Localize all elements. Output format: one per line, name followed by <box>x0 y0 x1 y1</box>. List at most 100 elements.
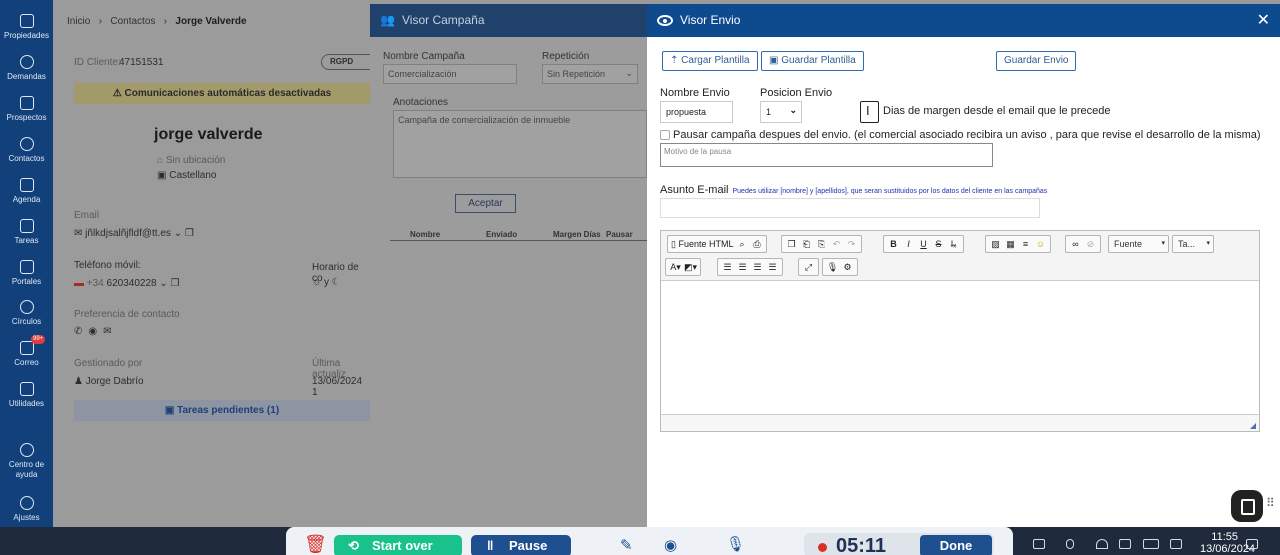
wifi-icon[interactable] <box>1096 539 1108 549</box>
close-icon[interactable]: ✕ <box>1257 4 1270 37</box>
drag-handle-icon[interactable]: ⠿ <box>1266 496 1275 510</box>
pen-icon[interactable]: ✎ <box>620 536 633 554</box>
repeat-select[interactable]: Sin Repetición ⌄ <box>542 64 638 84</box>
cursor-icon <box>19 260 34 274</box>
camera-icon[interactable]: ◉ <box>664 536 677 554</box>
pause-button[interactable]: ‖ Pause <box>471 535 571 555</box>
font-family-select[interactable]: Fuente <box>1108 235 1169 253</box>
pending-tasks-button[interactable]: ▣ Tareas pendientes (1) <box>74 400 370 421</box>
subject-label-row: Asunto E-mail Puedes utilizar [nombre] y … <box>660 184 1048 196</box>
sidebar-item-ayuda[interactable]: Centro de ayuda <box>0 443 53 480</box>
unlink-icon[interactable]: ⊘ <box>1083 237 1098 251</box>
notes-textarea[interactable]: Campaña de comercialización de inmueble <box>393 110 647 178</box>
sidebar-item-circulos[interactable]: Círculos <box>0 300 53 327</box>
system-clock[interactable]: 11:55 13/06/2024 <box>1200 531 1255 555</box>
email-row[interactable]: ✉ jñlkdjsalñjfldf@tt.es ⌄ ❐ <box>74 228 194 239</box>
sun-icon: ☼ <box>312 277 324 288</box>
font-size-select[interactable]: Ta... <box>1172 235 1214 253</box>
mail-icon[interactable]: ✉ <box>103 326 117 337</box>
breadcrumb-inicio[interactable]: Inicio <box>67 16 90 27</box>
subject-input[interactable] <box>660 198 1040 218</box>
volume-icon[interactable] <box>1119 539 1131 549</box>
load-template-button[interactable]: ⇡ Cargar Plantilla <box>662 51 758 71</box>
sidebar-item-portales[interactable]: Portales <box>0 260 53 287</box>
moon-icon: ☾ <box>328 277 341 288</box>
editor-content-area[interactable] <box>661 281 1259 413</box>
copy-icon[interactable]: ❐ <box>784 237 799 251</box>
speech-settings-icon[interactable]: ⚙ <box>840 260 855 274</box>
copy-icon[interactable]: ❐ <box>171 278 180 289</box>
users-icon: 👥 <box>380 13 395 27</box>
smiley-icon[interactable]: ☺ <box>1033 237 1048 251</box>
preview-icon[interactable]: ⌕ <box>734 237 749 251</box>
maximize-icon[interactable]: ⤢ <box>801 260 816 274</box>
breadcrumb-contactos[interactable]: Contactos <box>110 16 155 27</box>
save-send-button[interactable]: Guardar Envio <box>996 51 1077 71</box>
mail-badge: 99+ <box>31 335 46 344</box>
microphone-icon[interactable]: 🎙 <box>825 260 840 274</box>
save-template-button[interactable]: ▣ Guardar Plantilla <box>761 51 864 71</box>
paste-text-icon[interactable]: ⎘ <box>814 237 829 251</box>
underline-icon[interactable]: U <box>916 237 931 251</box>
sidebar-item-ajustes[interactable]: Ajustes <box>0 496 53 523</box>
sidebar-item-utilidades[interactable]: Utilidades <box>0 382 53 409</box>
position-select[interactable]: 1 ⌄ <box>760 101 802 123</box>
sidebar-item-tareas[interactable]: Tareas <box>0 219 53 246</box>
done-button[interactable]: Done <box>920 535 992 555</box>
trash-icon[interactable]: 🗑 <box>304 534 327 555</box>
start-over-button[interactable]: ⟲ Start over <box>334 535 462 555</box>
align-left-icon[interactable]: ☰ <box>720 260 735 274</box>
campaign-name-input[interactable]: Comercialización <box>383 64 517 84</box>
tray-app-icon[interactable] <box>1170 539 1182 549</box>
microphone-icon[interactable]: 🎙 <box>726 535 745 553</box>
bold-icon[interactable]: B <box>886 237 901 251</box>
toolbar-group-voice: 🎙 ⚙ <box>822 258 858 276</box>
floating-action-button[interactable] <box>1231 490 1263 522</box>
resize-handle-icon[interactable] <box>1250 423 1256 429</box>
text-color-icon[interactable]: A▾ <box>668 260 683 274</box>
source-html-button[interactable]: ▯ Fuente HTML <box>670 237 734 251</box>
strike-icon[interactable]: S <box>931 237 946 251</box>
sidebar-item-agenda[interactable]: Agenda <box>0 178 53 205</box>
paste-icon[interactable]: ⎗ <box>799 237 814 251</box>
redo-icon[interactable]: ↷ <box>844 237 859 251</box>
hr-icon[interactable]: ≡ <box>1018 237 1033 251</box>
accept-button[interactable]: Aceptar <box>455 194 516 213</box>
sidebar-item-correo[interactable]: 99+ Correo <box>0 335 53 368</box>
notification-icon[interactable] <box>1246 539 1258 549</box>
chevron-down-icon[interactable]: ⌄ <box>171 228 185 239</box>
battery-icon[interactable] <box>1143 539 1159 549</box>
sidebar-item-demandas[interactable]: Demandas <box>0 55 53 82</box>
sidebar-item-contactos[interactable]: Contactos <box>0 137 53 164</box>
spain-flag-icon: ▬ <box>74 278 87 289</box>
table-icon[interactable]: ▦ <box>1003 237 1018 251</box>
notes-label: Anotaciones <box>393 97 449 108</box>
align-justify-icon[interactable]: ☰ <box>765 260 780 274</box>
print-icon[interactable]: ⎙ <box>749 237 764 251</box>
clear-format-icon[interactable]: I̶ₓ <box>946 237 961 251</box>
phone-row[interactable]: ▬ +34 620340228 ⌄ ❐ <box>74 278 180 289</box>
align-right-icon[interactable]: ☰ <box>750 260 765 274</box>
undo-icon[interactable]: ↶ <box>829 237 844 251</box>
send-name-input[interactable]: propuesta <box>660 101 733 123</box>
pause-reason-textarea[interactable]: Motivo de la pausa <box>660 143 993 167</box>
italic-icon[interactable]: I <box>901 237 916 251</box>
phone-icon[interactable]: ✆ <box>74 326 88 337</box>
copy-icon[interactable]: ❐ <box>185 228 194 239</box>
sidebar-item-propiedades[interactable]: Propiedades <box>0 14 53 41</box>
pause-checkbox[interactable] <box>660 130 670 140</box>
sidebar-item-prospectos[interactable]: Prospectos <box>0 96 53 123</box>
shield-icon[interactable] <box>1033 539 1045 549</box>
margin-days-input[interactable]: I <box>860 101 879 123</box>
language-row: ▣ Castellano <box>157 170 217 181</box>
tray-microphone-icon[interactable] <box>1066 539 1074 549</box>
warning-icon: ⚠ <box>112 88 125 99</box>
whatsapp-icon[interactable]: ◉ <box>88 326 103 337</box>
editor-toolbar: ▯ Fuente HTML ⌕ ⎙ ❐ ⎗ ⎘ ↶ ↷ B I U S I̶ₓ … <box>661 231 1259 281</box>
link-icon[interactable]: ∞ <box>1068 237 1083 251</box>
chevron-down-icon[interactable]: ⌄ <box>157 278 171 289</box>
briefcase-icon <box>19 382 34 396</box>
align-center-icon[interactable]: ☰ <box>735 260 750 274</box>
bg-color-icon[interactable]: ◩▾ <box>683 260 698 274</box>
image-icon[interactable]: ▨ <box>988 237 1003 251</box>
